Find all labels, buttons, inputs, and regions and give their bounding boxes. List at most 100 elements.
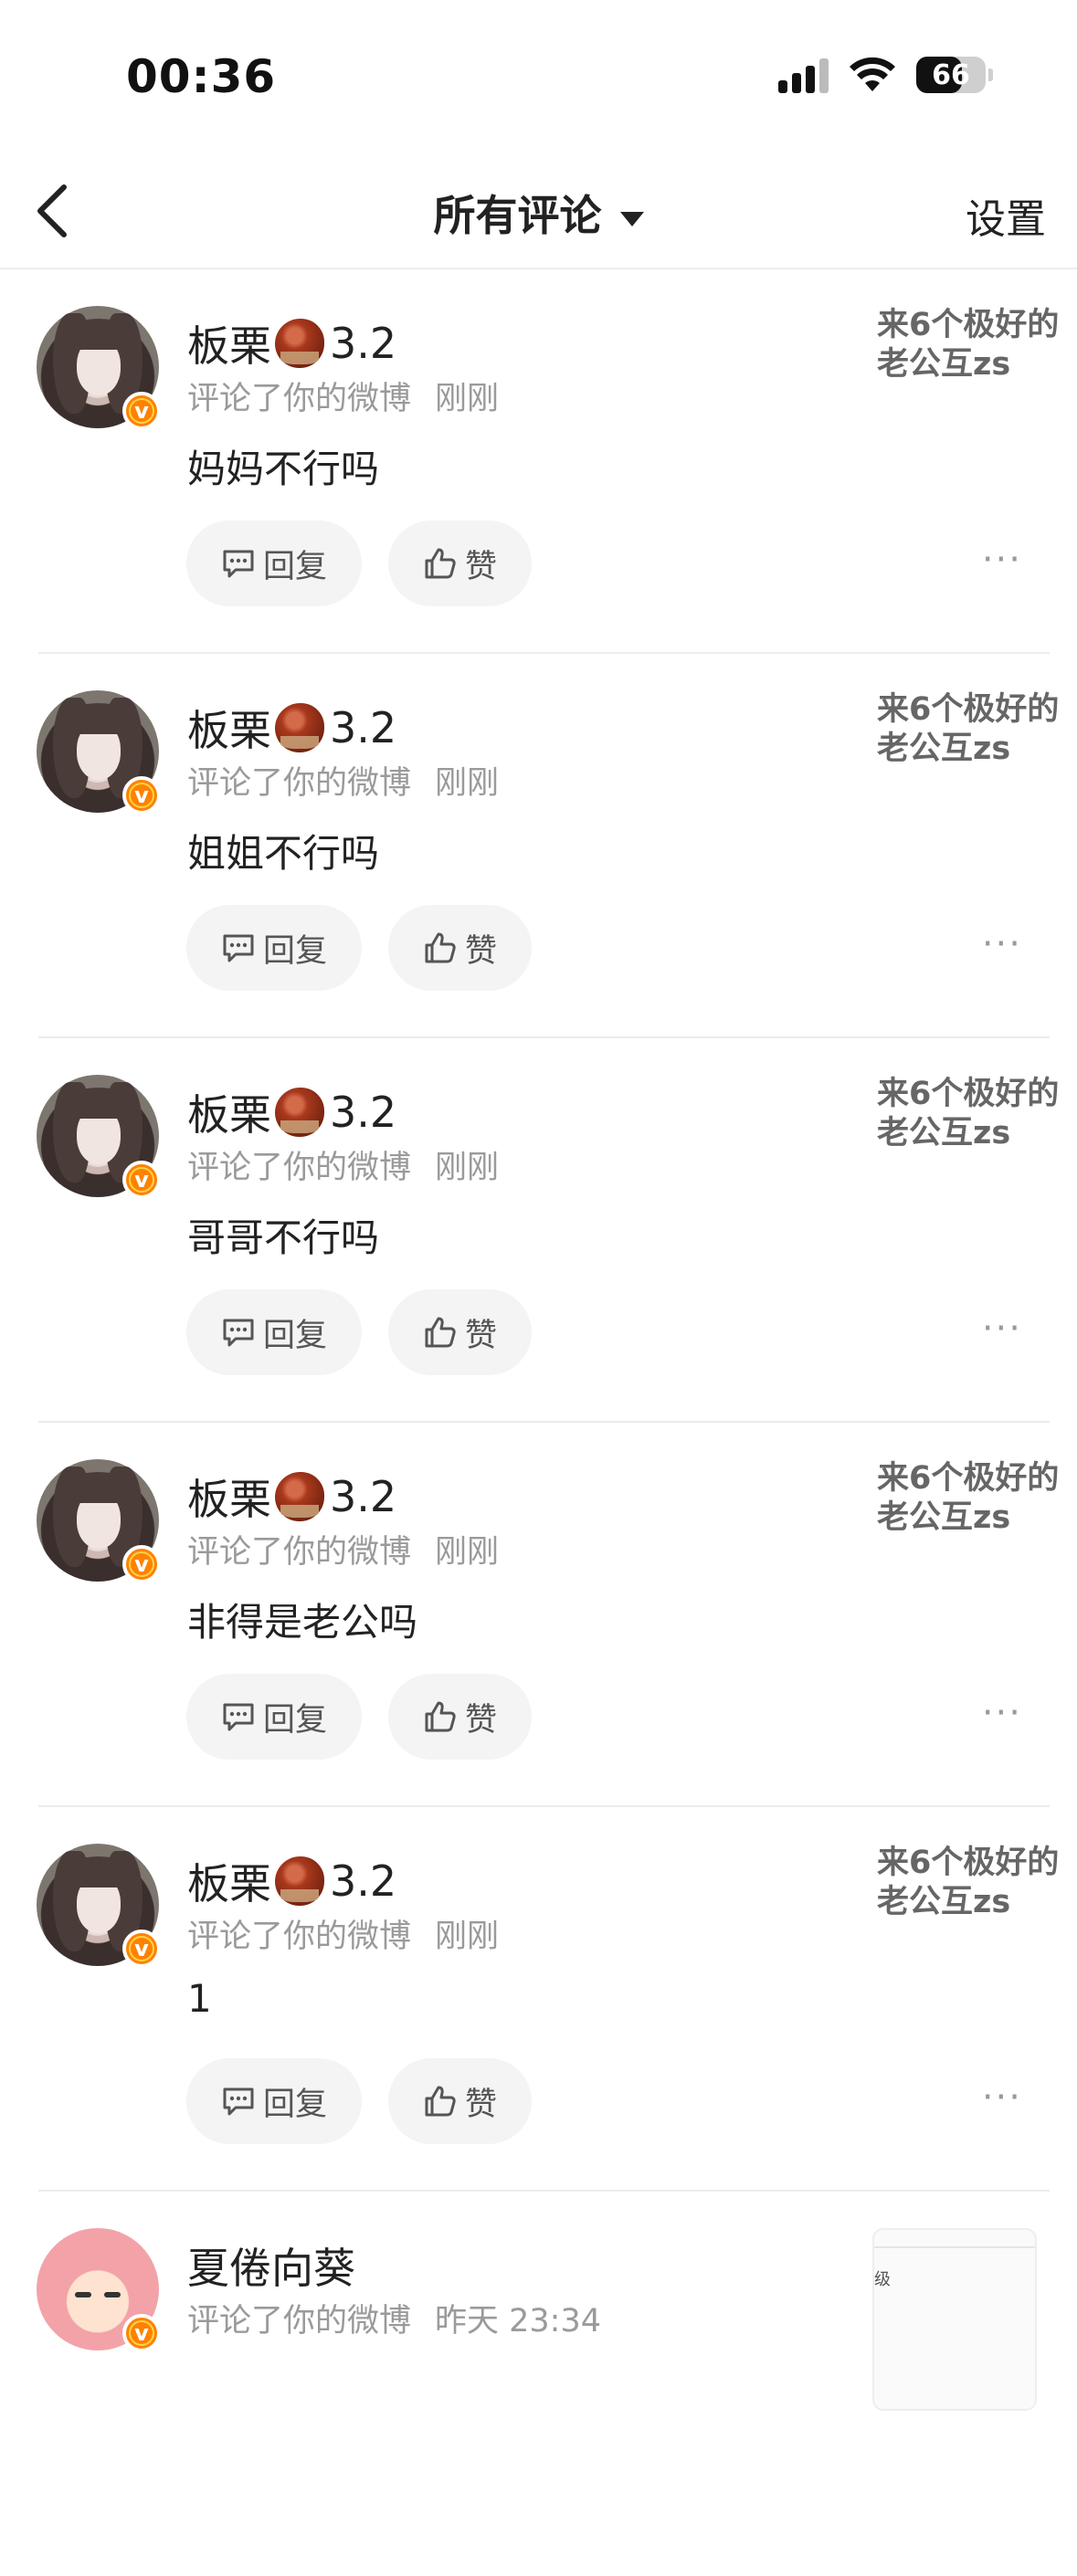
comment-filter-dropdown[interactable]: 所有评论 [0,183,1077,243]
more-dots-icon[interactable]: ··· [982,541,1022,578]
comment-time: 刚刚 [435,1919,500,1955]
thumbs-up-icon [425,2086,456,2117]
comment-meta: 评论了你的微博 刚刚 [187,1526,499,1572]
like-button[interactable]: 赞 [388,520,532,606]
more-dots-icon[interactable]: ··· [982,1310,1022,1347]
username-text: 夏倦向葵 [187,2244,355,2293]
reply-label: 回复 [262,2086,327,2123]
comment-meta: 评论了你的微博 刚刚 [187,373,499,419]
quoted-post[interactable]: 来6个极好的老公互zs [877,690,1060,769]
like-button[interactable]: 赞 [388,1289,532,1375]
username[interactable]: 板栗 3.2 [187,698,396,758]
like-button[interactable]: 赞 [388,1674,532,1760]
username[interactable]: 夏倦向葵 [187,2235,355,2296]
comment-item[interactable]: v 夏倦向葵 评论了你的微博 昨天 23:34 级 [0,2192,1077,2576]
like-button[interactable]: 赞 [388,905,532,991]
comment-item[interactable]: v 板栗 3.2 评论了你的微博 刚刚 妈妈不行吗 回复 赞 ··· 来6个极好的… [0,269,1077,654]
avatar[interactable]: v [37,690,161,815]
badge-value: 3.2 [330,319,397,368]
thumbs-up-icon [425,1701,456,1732]
comment-icon [223,2087,254,2116]
username-text: 板栗 [187,1090,271,1140]
like-label: 赞 [464,548,497,585]
wifi-icon [850,57,895,91]
reply-label: 回复 [262,1701,327,1739]
more-dots-icon[interactable]: ··· [982,926,1022,962]
username-text: 板栗 [187,1859,271,1908]
comment-item[interactable]: v 板栗 3.2 评论了你的微博 刚刚 姐姐不行吗 回复 赞 ··· 来6个极好的… [0,654,1077,1038]
comment-text: 姐姐不行吗 [187,831,380,876]
more-dots-icon[interactable]: ··· [982,1695,1022,1731]
status-time: 00:36 [126,50,277,103]
username-text: 板栗 [187,1475,271,1524]
comment-item[interactable]: v 板栗 3.2 评论了你的微博 刚刚 哥哥不行吗 回复 赞 ··· 来6个极好的… [0,1038,1077,1423]
comment-text: 1 [187,1976,212,2021]
settings-button[interactable]: 设置 [966,186,1046,245]
reply-button[interactable]: 回复 [186,905,362,991]
like-label: 赞 [464,2086,497,2123]
reply-label: 回复 [262,548,327,585]
comment-meta: 评论了你的微博 刚刚 [187,757,499,804]
comment-time: 刚刚 [435,381,500,417]
nav-bar: 所有评论 设置 [0,155,1077,269]
status-icons: 66 [778,57,993,93]
chestnut-icon [275,1088,324,1137]
comment-meta: 评论了你的微博 刚刚 [187,1910,499,1957]
avatar[interactable]: v [37,2228,161,2352]
username[interactable]: 板栗 3.2 [187,1851,396,1911]
username[interactable]: 板栗 3.2 [187,1082,396,1142]
avatar[interactable]: v [37,306,161,430]
comment-icon [223,1703,254,1731]
avatar[interactable]: v [37,1075,161,1199]
comment-meta: 评论了你的微博 刚刚 [187,1141,499,1188]
page-title: 所有评论 [433,191,602,240]
comment-meta: 评论了你的微博 昨天 23:34 [187,2295,601,2341]
v-badge-icon: v [122,1929,161,1968]
username-text: 板栗 [187,706,271,755]
like-button[interactable]: 赞 [388,2058,532,2144]
comment-item[interactable]: v 板栗 3.2 评论了你的微博 刚刚 非得是老公吗 回复 赞 ··· 来6个极好… [0,1423,1077,1807]
action-text: 评论了你的微博 [187,1150,412,1186]
comment-text: 妈妈不行吗 [187,447,380,491]
comment-time: 刚刚 [435,1534,500,1571]
quoted-post[interactable]: 来6个极好的老公互zs [877,1459,1060,1538]
badge-value: 3.2 [330,1088,397,1137]
v-badge-icon: v [122,1545,161,1583]
action-text: 评论了你的微博 [187,765,412,802]
quoted-post[interactable]: 来6个极好的老公互zs [877,1075,1060,1153]
chestnut-icon [275,1856,324,1906]
reply-button[interactable]: 回复 [186,2058,362,2144]
username[interactable]: 板栗 3.2 [187,313,396,373]
chestnut-icon [275,703,324,752]
thumbs-up-icon [425,548,456,579]
quoted-post[interactable]: 来6个极好的老公互zs [877,1844,1060,1922]
v-badge-icon: v [122,1161,161,1199]
action-text: 评论了你的微博 [187,2303,412,2339]
comment-icon [223,934,254,962]
battery-icon: 66 [916,57,993,93]
badge-value: 3.2 [330,1472,397,1521]
avatar[interactable]: v [37,1844,161,1968]
comment-time: 刚刚 [435,1150,500,1186]
like-label: 赞 [464,932,497,970]
username[interactable]: 板栗 3.2 [187,1467,396,1527]
action-text: 评论了你的微博 [187,381,412,417]
reply-button[interactable]: 回复 [186,1289,362,1375]
username-text: 板栗 [187,321,271,371]
avatar[interactable]: v [37,1459,161,1583]
like-label: 赞 [464,1317,497,1354]
status-bar: 00:36 66 [0,0,1077,155]
thumbs-up-icon [425,932,456,963]
post-thumbnail[interactable]: 级 [872,2228,1037,2411]
like-label: 赞 [464,1701,497,1739]
chestnut-icon [275,319,324,368]
reply-button[interactable]: 回复 [186,1674,362,1760]
action-text: 评论了你的微博 [187,1534,412,1571]
comment-text: 哥哥不行吗 [187,1215,380,1260]
cellular-signal-icon [778,57,829,93]
more-dots-icon[interactable]: ··· [982,2079,1022,2116]
reply-button[interactable]: 回复 [186,520,362,606]
comment-item[interactable]: v 板栗 3.2 评论了你的微博 刚刚 1 回复 赞 ··· 来6个极好的老公互z… [0,1807,1077,2192]
quoted-post[interactable]: 来6个极好的老公互zs [877,306,1060,384]
v-badge-icon: v [122,2314,161,2352]
